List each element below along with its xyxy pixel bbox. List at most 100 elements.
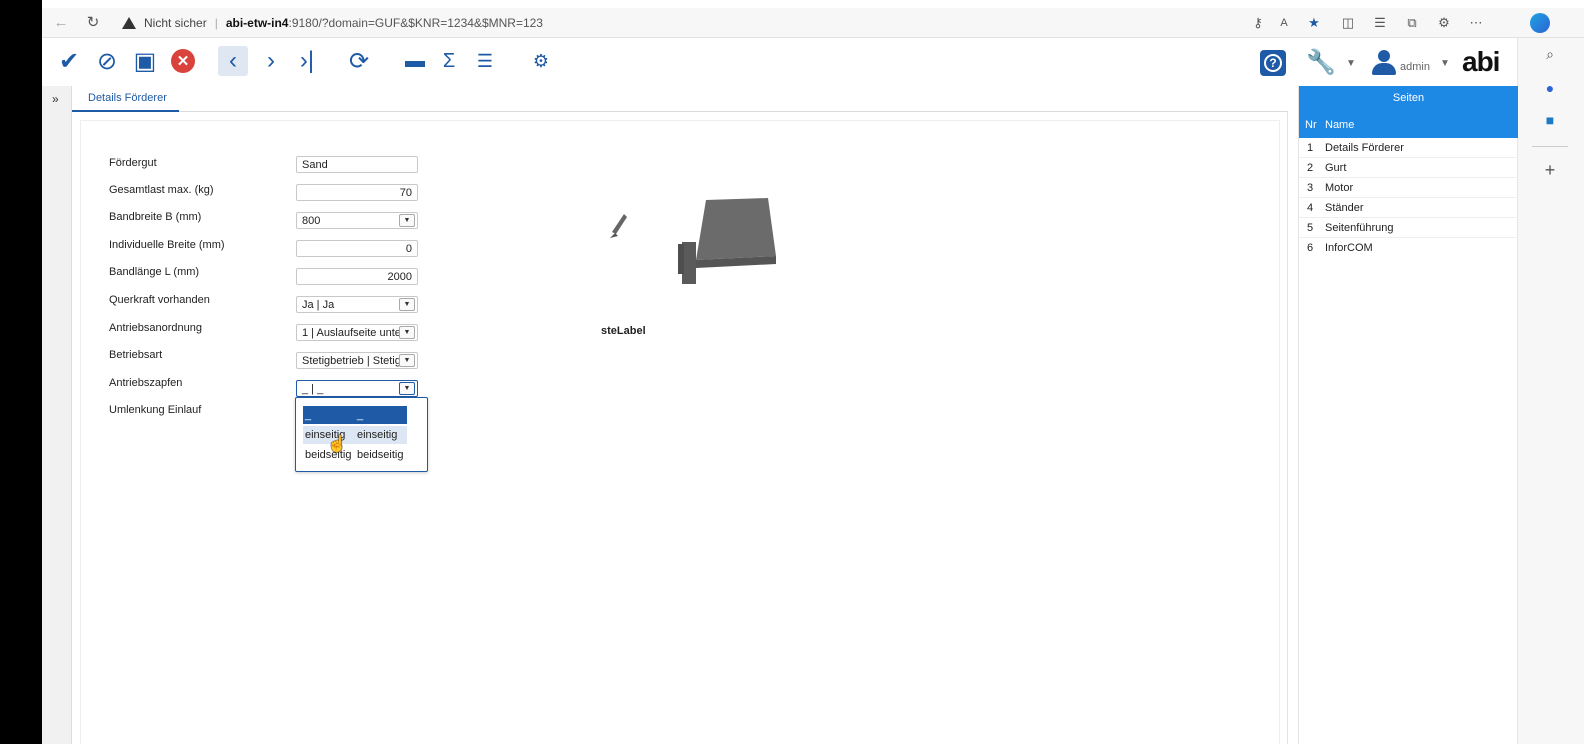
outlook-icon[interactable]: ■: [1540, 110, 1560, 130]
search-icon[interactable]: ⌕: [1540, 44, 1560, 64]
ste-label: steLabel: [601, 325, 646, 337]
betriebsart-select[interactable]: Stetigbetrieb | Stetig ▼: [296, 352, 418, 369]
sidebar-divider: [1532, 146, 1568, 147]
security-status: Nicht sicher: [144, 16, 207, 30]
page-nr: 4: [1307, 202, 1314, 214]
app-toolbar: ✔ ⊘ ▣ ✕ ‹ › ›| ⟳ ▬ Σ ☰ ⚙ ? 🔧 ▼ admin ▼ a…: [42, 38, 1517, 84]
user-name[interactable]: admin: [1400, 61, 1430, 73]
discover-icon[interactable]: ●: [1540, 78, 1560, 98]
page-row[interactable]: 5 Seitenführung: [1299, 218, 1518, 238]
page-name: InforCOM: [1325, 242, 1373, 254]
select-value: 1 | Auslaufseite unte: [302, 327, 401, 339]
antriebszapfen-select[interactable]: _ | _ ▼: [296, 380, 418, 397]
antriebsanordnung-select[interactable]: 1 | Auslaufseite unte ▼: [296, 324, 418, 341]
checkmark-icon[interactable]: ✔: [54, 46, 84, 76]
close-icon: ✕: [171, 49, 195, 73]
chevron-down-icon[interactable]: ▼: [1346, 58, 1356, 69]
chevron-down-icon[interactable]: ▼: [399, 326, 415, 339]
field-label: Individuelle Breite (mm): [109, 239, 225, 251]
page-name: Gurt: [1325, 162, 1347, 174]
browser-toolbar: ← ↻ Nicht sicher | abi-etw-in4:9180/?dom…: [42, 8, 1584, 38]
foerdergut-input[interactable]: Sand: [296, 156, 418, 173]
chevron-down-icon[interactable]: ▼: [399, 298, 415, 311]
user-menu-chevron-icon[interactable]: ▼: [1440, 58, 1450, 69]
field-label: Querkraft vorhanden: [109, 294, 210, 306]
key-icon[interactable]: ⚷: [1248, 12, 1268, 34]
option-text: beidseitig: [357, 449, 404, 461]
page-row[interactable]: 2 Gurt: [1299, 158, 1518, 178]
pages-panel-title: Seiten: [1392, 92, 1425, 104]
settings-gears-icon[interactable]: ⚙: [526, 46, 556, 76]
option-text: _: [357, 409, 364, 421]
select-value: 800: [302, 215, 321, 227]
page-row[interactable]: 3 Motor: [1299, 178, 1518, 198]
column-header-name[interactable]: Name: [1325, 119, 1354, 131]
close-button[interactable]: ✕: [168, 46, 198, 76]
chevron-down-icon[interactable]: ▼: [399, 214, 415, 227]
user-avatar-icon[interactable]: [1372, 50, 1396, 76]
page-row[interactable]: 1 Details Förderer: [1299, 138, 1518, 158]
print-icon[interactable]: ▬: [400, 46, 430, 76]
bandlaenge-input[interactable]: 2000: [296, 268, 418, 285]
reload-icon[interactable]: ↻: [82, 12, 104, 34]
collections-icon[interactable]: ⧉: [1402, 12, 1422, 34]
gesamtlast-input[interactable]: 70: [296, 184, 418, 201]
favorites-list-icon[interactable]: ☰: [1370, 12, 1390, 34]
help-icon: ?: [1264, 54, 1282, 72]
page-nr: 6: [1307, 242, 1314, 254]
dropdown-option[interactable]: _ _: [303, 406, 407, 424]
warning-icon: [122, 17, 136, 29]
field-label: Umlenkung Einlauf: [109, 404, 202, 416]
individuelle-breite-input[interactable]: 0: [296, 240, 418, 257]
more-menu-icon[interactable]: ⋯: [1466, 12, 1486, 34]
wrench-icon[interactable]: 🔧: [1306, 48, 1336, 77]
left-collapse-strip: »: [42, 86, 72, 744]
page-name: Details Förderer: [1325, 142, 1404, 154]
page-name: Motor: [1325, 182, 1354, 194]
last-icon[interactable]: ›|: [292, 46, 322, 76]
sum-icon[interactable]: Σ: [434, 46, 464, 76]
extensions-icon[interactable]: ⚙: [1434, 12, 1454, 34]
previous-icon[interactable]: ‹: [218, 46, 248, 76]
chevron-down-icon[interactable]: ▼: [399, 382, 415, 395]
page-row[interactable]: 4 Ständer: [1299, 198, 1518, 218]
expand-icon[interactable]: »: [52, 92, 59, 106]
checklist-icon[interactable]: ☰: [470, 46, 500, 76]
refresh-icon[interactable]: ⟳: [344, 46, 374, 76]
chevron-down-icon[interactable]: ▼: [399, 354, 415, 367]
browser-sidebar: ⌕ ● ■ +: [1517, 38, 1584, 744]
field-label: Antriebsanordnung: [109, 322, 202, 334]
next-icon[interactable]: ›: [256, 46, 286, 76]
url-separator: |: [214, 16, 218, 30]
field-label: Fördergut: [109, 157, 157, 169]
address-bar[interactable]: Nicht sicher | abi-etw-in4:9180/?domain=…: [122, 12, 543, 34]
conveyor-stand: [682, 242, 696, 284]
page-name: Seitenführung: [1325, 222, 1394, 234]
column-header-nr[interactable]: Nr: [1305, 119, 1317, 131]
page-nr: 1: [1307, 142, 1314, 154]
select-value: Stetigbetrieb | Stetig: [302, 355, 401, 367]
dropdown-option[interactable]: beidseitig beidseitig: [303, 446, 407, 464]
field-label: Betriebsart: [109, 349, 163, 361]
option-text: einseitig: [357, 429, 398, 441]
field-label: Bandbreite B (mm): [109, 211, 202, 223]
cancel-circle-icon[interactable]: ⊘: [92, 46, 122, 76]
arrow-indicator-icon: [612, 214, 627, 234]
help-button[interactable]: ?: [1260, 50, 1286, 76]
read-aloud-icon[interactable]: A: [1274, 12, 1294, 34]
save-icon[interactable]: ▣: [130, 46, 160, 76]
back-arrow-icon[interactable]: ←: [50, 12, 72, 34]
copilot-icon[interactable]: [1530, 13, 1550, 33]
split-screen-icon[interactable]: ◫: [1338, 12, 1358, 34]
bandbreite-select[interactable]: 800 ▼: [296, 212, 418, 229]
pages-panel-header: Seiten Nr Name: [1299, 86, 1518, 138]
add-icon[interactable]: +: [1540, 160, 1560, 180]
tab-details-foerderer[interactable]: Details Förderer: [72, 86, 179, 112]
page-row[interactable]: 6 InforCOM: [1299, 238, 1518, 258]
dropdown-option[interactable]: einseitig einseitig: [303, 426, 407, 444]
tab-bar: Details Förderer: [72, 86, 1288, 112]
favorite-star-icon[interactable]: ★: [1304, 12, 1324, 34]
select-value: Ja | Ja: [302, 299, 335, 311]
querkraft-select[interactable]: Ja | Ja ▼: [296, 296, 418, 313]
app-window: ← ↻ Nicht sicher | abi-etw-in4:9180/?dom…: [42, 0, 1584, 744]
